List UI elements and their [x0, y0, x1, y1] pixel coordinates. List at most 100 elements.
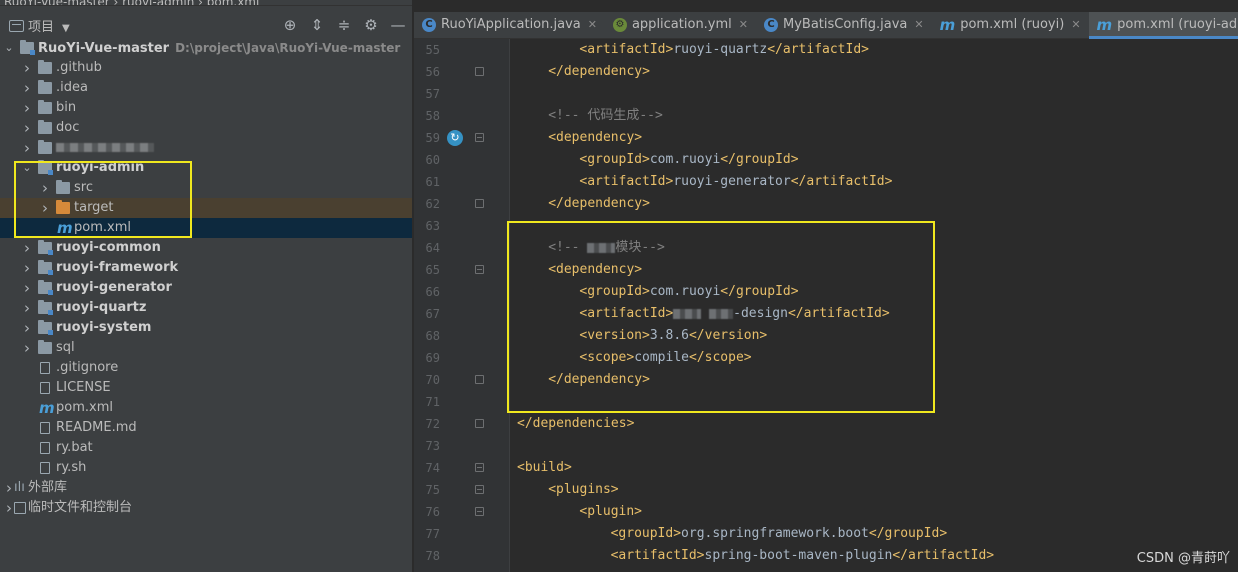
- xml-tag: <dependency>: [548, 130, 643, 145]
- editor-tab[interactable]: m pom.xml (ruoyi) ✕: [932, 12, 1089, 38]
- chevron-right-icon[interactable]: ›: [22, 238, 32, 258]
- chevron-right-icon[interactable]: ›: [4, 478, 14, 498]
- xml-tag: </groupId>: [720, 152, 799, 167]
- folder-icon: [38, 100, 52, 114]
- xml-tag: <dependency>: [548, 262, 643, 277]
- chevron-down-icon[interactable]: ⌄: [22, 158, 32, 178]
- chevron-right-icon[interactable]: ›: [40, 198, 50, 218]
- tree-item[interactable]: › .idea: [0, 78, 412, 98]
- tree-item[interactable]: › src: [0, 178, 412, 198]
- run-gutter-icon[interactable]: ↻: [447, 130, 463, 146]
- tree-item[interactable]: › ılı 外部库: [0, 478, 412, 498]
- tree-item[interactable]: › ruoyi-quartz: [0, 298, 412, 318]
- tree-item[interactable]: › doc: [0, 118, 412, 138]
- chevron-right-icon[interactable]: ›: [22, 118, 32, 138]
- tree-item[interactable]: LICENSE: [0, 378, 412, 398]
- xml-text: org.springframework.boot: [681, 526, 869, 541]
- java-class-icon: C: [422, 18, 436, 32]
- tree-item[interactable]: › bin: [0, 98, 412, 118]
- tree-item-text: target: [74, 200, 114, 215]
- expand-all-icon[interactable]: ⇕: [308, 15, 326, 35]
- tree-item[interactable]: ⌄ RuoYi-Vue-master D:\project\Java\RuoYi-V…: [0, 38, 412, 58]
- tree-item[interactable]: ry.sh: [0, 458, 412, 478]
- xml-tag: </groupId>: [868, 526, 948, 541]
- tree-item[interactable]: ry.bat: [0, 438, 412, 458]
- chevron-right-icon[interactable]: ›: [4, 498, 14, 518]
- fold-marker-icon[interactable]: [475, 375, 484, 384]
- tree-item[interactable]: m pom.xml: [0, 398, 412, 418]
- xml-tag: </artifactId>: [790, 174, 893, 189]
- line-number: 65: [425, 263, 440, 277]
- editor-area: C RuoYiApplication.java ✕ ⚙ application.yml ✕…: [414, 0, 1238, 572]
- chevron-down-icon[interactable]: ⌄: [4, 38, 14, 58]
- chevron-right-icon[interactable]: ›: [22, 58, 32, 78]
- tree-item[interactable]: ⌄ ruoyi-admin: [0, 158, 412, 178]
- project-icon: [9, 20, 24, 32]
- line-number: 63: [425, 219, 440, 233]
- chevron-right-icon[interactable]: ›: [40, 178, 50, 198]
- chevron-down-icon[interactable]: ▼: [62, 23, 70, 34]
- editor-tab[interactable]: C MyBatisConfig.java ✕: [756, 12, 932, 38]
- gear-icon[interactable]: ⚙: [362, 15, 380, 35]
- tree-item[interactable]: ›: [0, 138, 412, 158]
- project-view-selector[interactable]: 项目 ▼: [9, 16, 70, 35]
- tree-item[interactable]: › 临时文件和控制台: [0, 498, 412, 518]
- xml-tag: <version>: [579, 328, 650, 343]
- close-icon[interactable]: ✕: [1071, 12, 1080, 38]
- code-line: <build>: [517, 457, 572, 479]
- project-tree[interactable]: ⌄ RuoYi-Vue-master D:\project\Java\RuoYi-V…: [0, 38, 412, 518]
- fold-marker-icon[interactable]: [475, 507, 484, 516]
- folder-icon: [56, 180, 70, 194]
- tree-item[interactable]: › ruoyi-framework: [0, 258, 412, 278]
- close-icon[interactable]: ✕: [739, 12, 748, 38]
- tree-item[interactable]: README.md: [0, 418, 412, 438]
- chevron-right-icon[interactable]: ›: [22, 98, 32, 118]
- minimize-icon[interactable]: —: [389, 15, 407, 35]
- code-line: <scope>compile</scope>: [579, 347, 751, 369]
- fold-marker-icon[interactable]: [475, 199, 484, 208]
- xml-tag: </dependency>: [548, 372, 650, 387]
- collapse-all-icon[interactable]: ≑: [335, 15, 353, 35]
- xml-tag: <artifactId>: [579, 174, 674, 189]
- code-area[interactable]: <artifactId>ruoyi-quartz</artifactId> </d…: [517, 39, 1238, 572]
- chevron-right-icon[interactable]: ›: [22, 318, 32, 338]
- breadcrumb[interactable]: RuoYi-Vue-master › ruoyi-admin › pom.xml: [0, 0, 412, 6]
- tree-item-label: README.md: [56, 418, 137, 438]
- chevron-right-icon[interactable]: ›: [22, 278, 32, 298]
- fold-marker-icon[interactable]: [475, 485, 484, 494]
- folder-icon: [38, 300, 53, 315]
- editor-tab[interactable]: C RuoYiApplication.java ✕: [414, 12, 605, 38]
- tree-item[interactable]: › sql: [0, 338, 412, 358]
- fold-marker-icon[interactable]: [475, 67, 484, 76]
- tree-item[interactable]: › target: [0, 198, 412, 218]
- code-line: <version>3.8.6</version>: [579, 325, 767, 347]
- config-file-icon: ⚙: [612, 18, 627, 32]
- close-icon[interactable]: ✕: [914, 12, 923, 38]
- close-icon[interactable]: ✕: [588, 12, 597, 38]
- tree-item[interactable]: › ruoyi-generator: [0, 278, 412, 298]
- line-number: 71: [425, 395, 440, 409]
- chevron-right-icon[interactable]: ›: [22, 338, 32, 358]
- line-number: 77: [425, 527, 440, 541]
- fold-marker-icon[interactable]: [475, 133, 484, 142]
- tree-item[interactable]: m pom.xml: [0, 218, 412, 238]
- line-number: 56: [425, 65, 440, 79]
- fold-marker-icon[interactable]: [475, 419, 484, 428]
- xml-tag: </scope>: [688, 350, 752, 365]
- chevron-right-icon[interactable]: ›: [22, 258, 32, 278]
- editor-tab[interactable]: mpom.xml (ruoyi-admin)✕: [1088, 12, 1238, 39]
- line-number: 70: [425, 373, 440, 387]
- chevron-right-icon[interactable]: ›: [22, 138, 32, 158]
- chevron-right-icon[interactable]: ›: [22, 78, 32, 98]
- tree-item[interactable]: › .github: [0, 58, 412, 78]
- chevron-right-icon[interactable]: ›: [22, 298, 32, 318]
- editor-tab[interactable]: ⚙ application.yml ✕: [605, 12, 756, 38]
- locate-icon[interactable]: ⊕: [281, 15, 299, 35]
- tree-item[interactable]: .gitignore: [0, 358, 412, 378]
- folder-icon: [38, 340, 52, 354]
- fold-marker-icon[interactable]: [475, 463, 484, 472]
- fold-marker-icon[interactable]: [475, 265, 484, 274]
- tree-item[interactable]: › ruoyi-system: [0, 318, 412, 338]
- tree-item-text: ruoyi-common: [56, 240, 161, 255]
- tree-item[interactable]: › ruoyi-common: [0, 238, 412, 258]
